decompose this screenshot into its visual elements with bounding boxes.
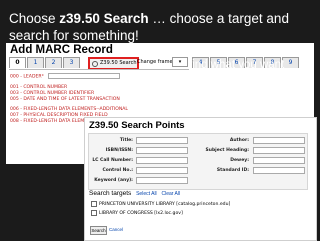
subject-heading-label: Subject Heading: [205,148,250,153]
tab-1[interactable]: 1 [27,57,44,68]
cancel-link[interactable]: Cancel [109,227,123,232]
framework-select[interactable]: ▾ [172,57,188,67]
control-no-input[interactable] [136,167,188,174]
search-icon [92,60,98,67]
hint-text: Hint: You will be able to find what you … [189,45,310,115]
search-button[interactable]: Search [90,226,107,235]
search-points-form: Title: ISBN/ISSN: LC Call Number: Contro… [88,133,308,190]
marc-tabs: 0 1 2 3 [9,57,81,68]
title-label: Title: [119,138,133,143]
target-checkbox[interactable] [91,201,97,207]
tab-0[interactable]: 0 [9,57,26,68]
author-input[interactable] [253,137,305,144]
z3950-search-panel: Z39.50 Search Points Title: ISBN/ISSN: L… [84,117,317,241]
isbn-label: ISBN/ISSN: [105,148,133,153]
title-prefix: Choose [9,11,60,26]
lc-call-number-label: LC Call Number: [92,158,133,163]
target-item[interactable]: PRINCETON UNIVERSITY LIBRARY [catalog.pr… [91,201,230,207]
z3950-search-label: Z39.50 Search [100,60,137,66]
dewey-input[interactable] [253,157,305,164]
keyword-input[interactable] [136,177,188,184]
standard-id-label: Standard ID: [216,168,249,173]
keyword-label: Keyword (any): [94,178,133,183]
search-targets-heading: Search targets Select All Clear All [89,190,180,197]
clear-all-link[interactable]: Clear All [161,191,180,197]
divider [9,69,189,70]
tab-3[interactable]: 3 [63,57,80,68]
author-label: Author: [229,138,249,143]
marc-field: 000 - LEADER* [10,73,190,81]
target-item[interactable]: LIBRARY OF CONGRESS [lx2.loc.gov] [91,210,183,216]
search-targets-title: Search targets [89,190,132,197]
z3950-panel-title: Z39.50 Search Points [89,120,185,131]
target-label: LIBRARY OF CONGRESS [lx2.loc.gov] [99,210,183,216]
marc-editor-title: Add MARC Record [10,44,113,56]
dewey-label: Dewey: [230,158,249,163]
title-bold: z39.50 Search [59,11,149,26]
title-input[interactable] [136,137,188,144]
target-checkbox[interactable] [91,210,97,216]
isbn-input[interactable] [136,147,188,154]
tab-2[interactable]: 2 [45,57,62,68]
slide-title: Choose z39.50 Search … choose a target a… [9,10,309,44]
select-all-link[interactable]: Select All [136,191,157,197]
standard-id-input[interactable] [253,167,305,174]
lc-call-number-input[interactable] [136,157,188,164]
field-input[interactable] [47,73,120,79]
control-no-label: Control No.: [102,168,133,173]
marc-field: 005 - DATE AND TIME OF LATEST TRANSACTIO… [10,96,120,102]
subject-heading-input[interactable] [253,147,305,154]
target-label: PRINCETON UNIVERSITY LIBRARY [catalog.pr… [99,201,231,207]
